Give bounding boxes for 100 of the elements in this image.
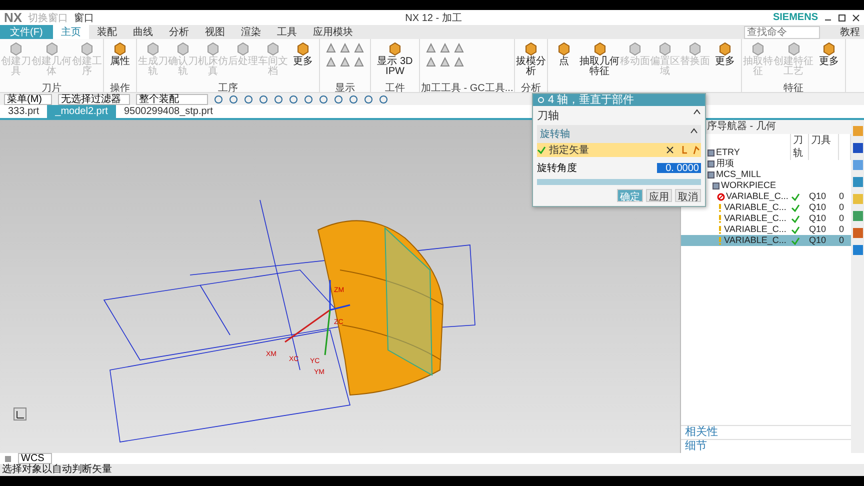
- circle-icon: [229, 94, 238, 104]
- menu-button[interactable]: 菜单(M): [4, 94, 52, 104]
- dialog-title: 4 轴，垂直于部件: [548, 94, 634, 106]
- angle-input[interactable]: 0. 0000: [657, 163, 701, 173]
- operation-name[interactable]: WORKPIECE: [721, 180, 776, 191]
- filter-dropdown[interactable]: 整个装配: [136, 94, 208, 104]
- collapse-icon: [690, 127, 698, 135]
- triangle-icon: [325, 42, 337, 54]
- triangle-icon: [453, 42, 465, 54]
- file-tab[interactable]: 333.prt: [0, 105, 48, 118]
- circle-icon: [289, 94, 298, 104]
- tool-cell: Q10: [809, 202, 826, 213]
- group-label: 显示: [334, 82, 356, 92]
- maximize-icon: [838, 14, 846, 22]
- circle-icon: [274, 94, 283, 104]
- ribbon-button[interactable]: 更多: [288, 39, 318, 81]
- toolbar-tile-icon[interactable]: [852, 160, 862, 170]
- cross-icon: [665, 145, 675, 155]
- menu-tab[interactable]: 工具: [268, 25, 305, 39]
- group-label: 分析: [520, 82, 542, 92]
- toolbar-tile-icon[interactable]: [852, 194, 862, 204]
- file-tab[interactable]: 9500299408_stp.prt: [116, 105, 221, 118]
- menu-tab[interactable]: 应用模块: [304, 25, 361, 39]
- circle-icon: [244, 94, 253, 104]
- exclamation-icon: [717, 203, 723, 212]
- operation-name[interactable]: ETRY: [716, 147, 740, 158]
- circle-icon: [379, 94, 388, 104]
- triangle-icon: [439, 56, 451, 68]
- app-logo: NX: [4, 10, 22, 25]
- triangle-icon: [425, 42, 437, 54]
- help-link[interactable]: 教程: [840, 25, 860, 39]
- toolbar-tile-icon[interactable]: [852, 177, 862, 187]
- group-label: 工序: [217, 82, 239, 92]
- operation-name[interactable]: 用项: [716, 158, 734, 169]
- table-cell: 0: [839, 191, 844, 202]
- operation-name[interactable]: VARIABLE_C...: [726, 191, 788, 202]
- exclamation-icon: [717, 236, 723, 245]
- check-icon: [537, 146, 546, 154]
- group-label: 工件: [384, 82, 406, 92]
- group-label: 刀片: [40, 82, 62, 92]
- column-header: 刀具: [809, 134, 839, 160]
- ribbon-button[interactable]: 点: [549, 39, 580, 81]
- tool-cell: Q10: [809, 191, 826, 202]
- operation-name[interactable]: VARIABLE_C...: [724, 202, 786, 213]
- ribbon-button[interactable]: 更多: [814, 39, 844, 81]
- triangle-icon: [339, 42, 351, 54]
- square-icon: [707, 170, 715, 178]
- triangle-icon: [339, 56, 351, 68]
- menu-tab[interactable]: 主页: [52, 25, 89, 39]
- triangle-icon: [439, 42, 451, 54]
- ribbon-button[interactable]: 更多: [710, 39, 740, 81]
- section-title: 刀轴: [537, 109, 559, 123]
- wcs-dropdown[interactable]: WCS: [18, 453, 52, 464]
- collapse-icon: [693, 108, 701, 116]
- menu-tab[interactable]: 装配: [88, 25, 125, 39]
- toolbar-tile-icon[interactable]: [852, 211, 862, 221]
- table-cell: 0: [839, 213, 844, 224]
- menu-tab[interactable]: 分析: [160, 25, 197, 39]
- menu-tab[interactable]: 曲线: [124, 25, 161, 39]
- operation-name[interactable]: MCS_MILL: [716, 169, 762, 180]
- panel-header[interactable]: 相关性: [681, 425, 851, 439]
- circle-icon: [349, 94, 358, 104]
- toolbar-tile-icon[interactable]: [852, 143, 862, 153]
- angle-label: 旋转角度: [537, 162, 577, 175]
- vector-label: 指定矢量: [549, 144, 590, 157]
- dialog-button[interactable]: 应用: [646, 189, 672, 202]
- operation-name[interactable]: VARIABLE_C...: [724, 224, 786, 235]
- triangle-icon: [353, 42, 365, 54]
- brand-label: SIEMENS: [772, 12, 818, 23]
- circle-icon: [259, 94, 268, 104]
- exclamation-icon: [717, 214, 723, 223]
- filter-dropdown[interactable]: 无选择过滤器: [58, 94, 130, 104]
- operation-name[interactable]: VARIABLE_C...: [724, 213, 786, 224]
- square-icon: [707, 148, 715, 156]
- toolbar-tile-icon[interactable]: [852, 245, 862, 255]
- ribbon-button[interactable]: 属性: [105, 39, 135, 81]
- circle-icon: [319, 94, 328, 104]
- subsection-title: 旋转轴: [540, 128, 570, 141]
- error-icon: [717, 192, 725, 200]
- tool-cell: Q10: [809, 235, 826, 246]
- ribbon-button[interactable]: 显示 3D IPW: [372, 39, 418, 81]
- close-icon: [852, 14, 860, 22]
- vector-row[interactable]: 指定矢量: [537, 143, 701, 157]
- dialog-button[interactable]: 取消: [675, 189, 701, 202]
- circle-icon: [334, 94, 343, 104]
- search-field[interactable]: 查找命令: [744, 26, 820, 38]
- ribbon-button[interactable]: 抽取几何特征: [579, 39, 620, 81]
- square-icon: [707, 160, 715, 168]
- quick-access-button[interactable]: 窗口: [74, 10, 94, 24]
- square-icon: [4, 454, 12, 462]
- column-header: 刀轨: [791, 134, 809, 160]
- ribbon-button[interactable]: 拔模分析: [516, 39, 546, 81]
- group-label: 特征: [782, 82, 805, 92]
- circle-icon: [364, 94, 373, 104]
- toolbar-tile-icon[interactable]: [852, 126, 862, 136]
- table-cell: 0: [839, 235, 844, 246]
- menu-tab[interactable]: 视图: [196, 25, 233, 39]
- triangle-icon: [425, 56, 437, 68]
- menu-tab[interactable]: 渲染: [232, 25, 269, 39]
- toolbar-tile-icon[interactable]: [852, 228, 862, 238]
